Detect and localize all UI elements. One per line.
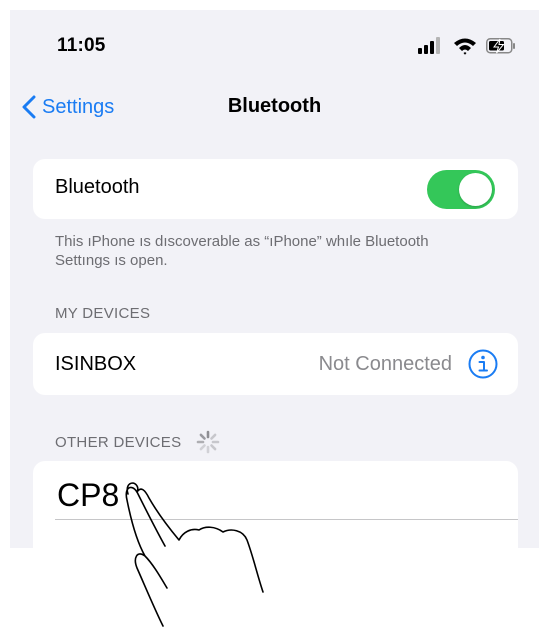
loading-spinner-icon [197,430,220,454]
device-row-isinbox[interactable]: ISINBOX Not Connected [33,333,518,395]
status-time: 11:05 [57,35,106,56]
battery-charging-icon [486,38,515,54]
info-icon[interactable] [467,348,499,380]
status-bar: 11:05 [10,10,539,80]
device-row-cp8[interactable]: CP8 [57,477,119,514]
navigation-bar: Settings Bluetooth [10,88,539,128]
other-devices-list: CP8 [33,461,518,548]
bluetooth-settings-screen: 11:05 Settings Bluetooth Bluetooth This … [10,10,539,548]
other-devices-header-label: OTHER DEVICES [55,433,182,451]
page-title: Bluetooth [227,95,322,117]
wifi-icon [454,38,476,55]
bluetooth-toggle[interactable] [427,170,495,209]
toggle-knob [459,173,492,206]
discoverable-note: This ıPhone ıs dıscoverable as “ıPhone” … [55,233,429,269]
status-icons [418,37,515,55]
my-devices-header: MY DEVICES [55,305,151,322]
pointing-hand-icon [125,482,264,627]
device-connection-status: Not Connected [318,353,452,375]
bluetooth-toggle-row: Bluetooth [33,159,518,219]
device-name: ISINBOX [55,353,137,375]
cellular-signal-icon [418,37,440,54]
other-devices-header: OTHER DEVICES [55,429,221,455]
bluetooth-row-label: Bluetooth [55,176,140,198]
